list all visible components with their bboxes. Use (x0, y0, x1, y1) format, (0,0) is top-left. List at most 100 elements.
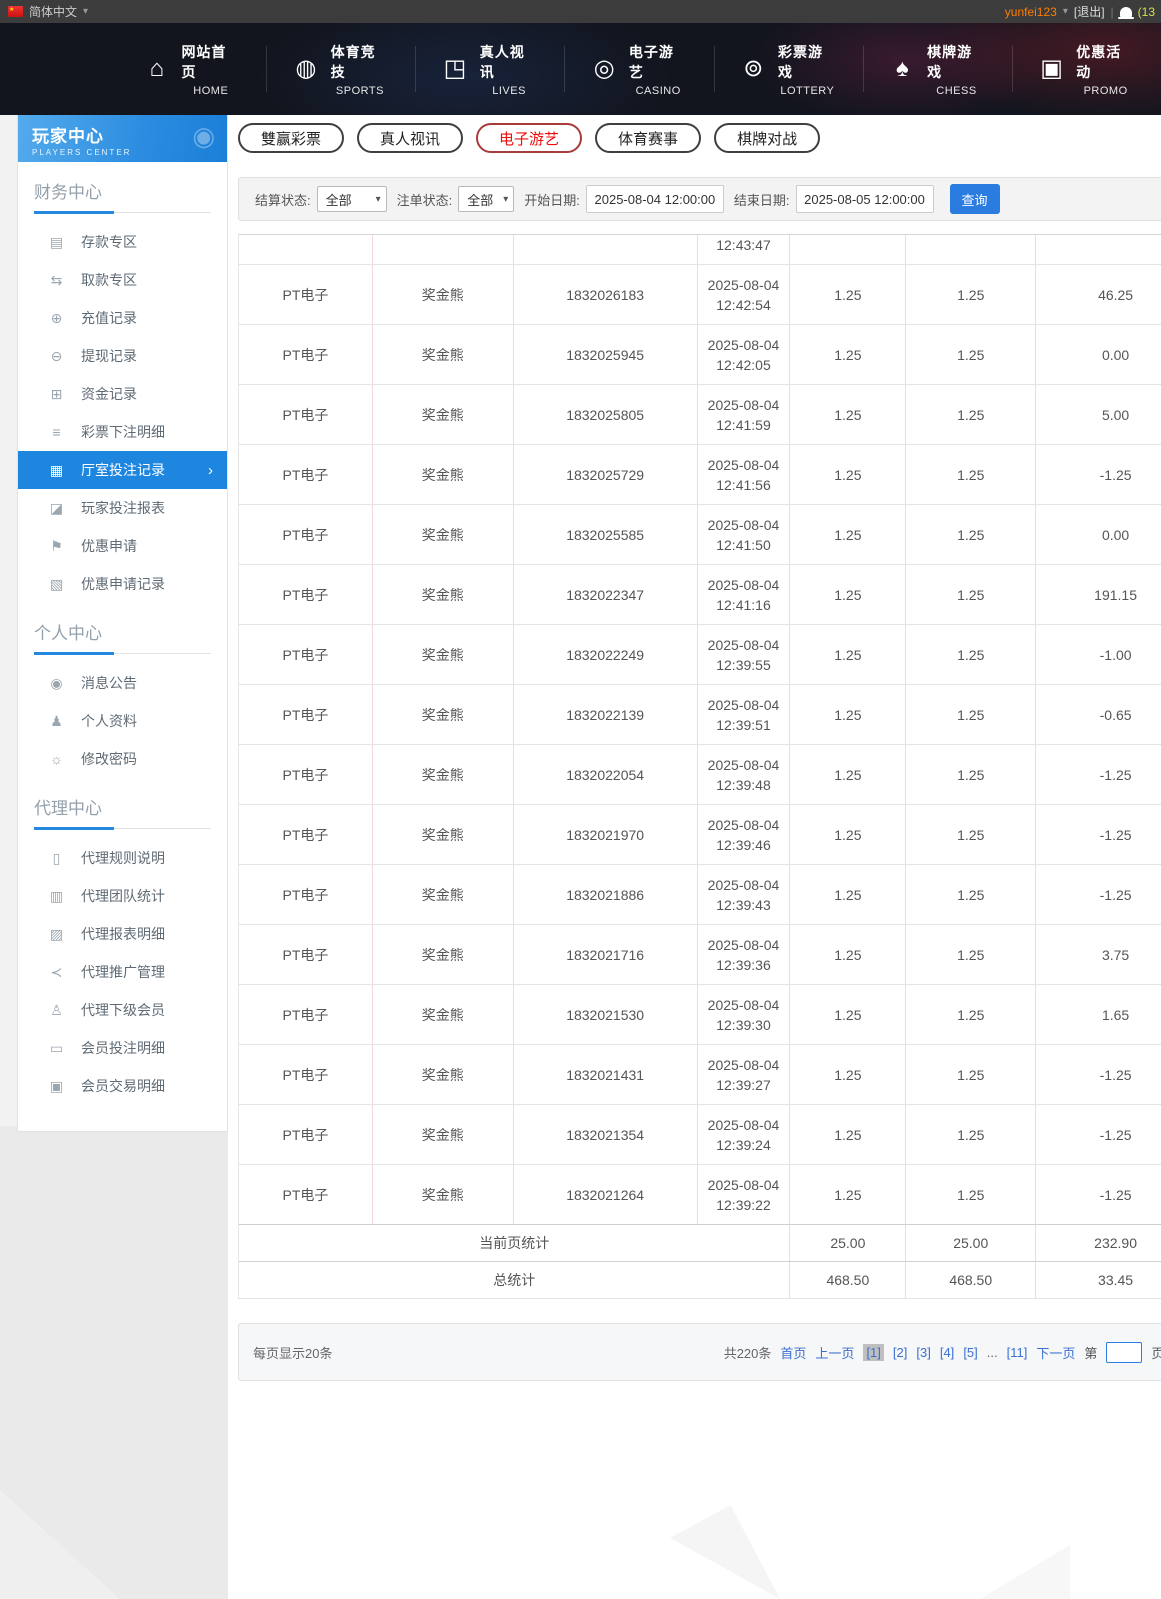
sidebar-item-取款专区[interactable]: ⇆取款专区 (18, 261, 227, 299)
table-cell: 1832022139 (514, 685, 698, 744)
sidebar-item-会员投注明细[interactable]: ▭会员投注明细 (18, 1029, 227, 1067)
tab-电子游艺[interactable]: 电子游艺 (476, 123, 582, 153)
table-cell: 奖金熊 (373, 685, 514, 744)
table-cell: 46.25 (1036, 265, 1161, 324)
stats-value: 33.45 (1036, 1262, 1161, 1298)
nav-item-label-en: SPORTS (331, 85, 390, 97)
jump-page-input[interactable] (1106, 1342, 1142, 1363)
nav-item-lives[interactable]: ◳真人视讯LIVES (416, 46, 565, 92)
table-cell: 奖金熊 (373, 265, 514, 324)
sidebar-item-消息公告[interactable]: ◉消息公告 (18, 664, 227, 702)
total-count-label: 共220条 (724, 1343, 772, 1362)
table-cell: 2025-08-04 12:39:55 (698, 625, 791, 684)
nav-item-casino[interactable]: ◎电子游艺CASINO (565, 46, 714, 92)
nav-item-lottery[interactable]: ⊚彩票游戏LOTTERY (715, 46, 864, 92)
player-center-sidebar: 玩家中心 PLAYERS CENTER ◉ 财务中心▤存款专区⇆取款专区⊕充值记… (17, 115, 228, 1132)
sidebar-item-代理推广管理[interactable]: ≺代理推广管理 (18, 953, 227, 991)
sidebar-item-资金记录[interactable]: ⊞资金记录 (18, 375, 227, 413)
table-cell: 奖金熊 (373, 1165, 514, 1224)
sidebar-item-代理报表明细[interactable]: ▨代理报表明细 (18, 915, 227, 953)
table-cell: -0.65 (1036, 685, 1161, 744)
table-cell: 奖金熊 (373, 985, 514, 1044)
tab-棋牌对战[interactable]: 棋牌对战 (714, 123, 820, 153)
logout-link[interactable]: [退出] (1074, 3, 1105, 20)
order-status-select[interactable]: 全部 ▾ (458, 186, 514, 212)
sidebar-item-优惠申请[interactable]: ⚑优惠申请 (18, 527, 227, 565)
caret-down-icon: ▾ (83, 6, 88, 17)
table-row: PT电子奖金熊18320222492025-08-04 12:39:551.25… (239, 625, 1161, 685)
stats-label: 总统计 (239, 1262, 790, 1298)
sidebar-item-玩家投注报表[interactable]: ◪玩家投注报表 (18, 489, 227, 527)
jump-prefix-label: 第 (1084, 1343, 1097, 1362)
table-row: PT电子奖金熊18320257292025-08-04 12:41:561.25… (239, 445, 1161, 505)
promo-apply-record-icon: ▧ (48, 576, 65, 593)
start-date-label: 开始日期: (524, 190, 580, 209)
table-cell: PT电子 (239, 1045, 373, 1104)
lottery-bet-detail-icon: ≡ (48, 424, 65, 440)
table-row: PT电子奖金熊18320215302025-08-04 12:39:301.25… (239, 985, 1161, 1045)
first-page-link[interactable]: 首页 (780, 1343, 806, 1362)
player-bet-report-icon: ◪ (48, 500, 65, 517)
notification-bell-icon[interactable] (1120, 7, 1132, 17)
table-cell: PT电子 (239, 865, 373, 924)
sidebar-item-存款专区[interactable]: ▤存款专区 (18, 223, 227, 261)
table-cell: 1.25 (790, 445, 906, 504)
table-row: PT电子奖金熊18320214312025-08-04 12:39:271.25… (239, 1045, 1161, 1105)
cards-icon: ◳ (442, 57, 467, 81)
nav-item-home[interactable]: ⌂网站首页HOME (118, 46, 267, 92)
sidebar-item-代理规则说明[interactable]: ▯代理规则说明 (18, 839, 227, 877)
sidebar-item-优惠申请记录[interactable]: ▧优惠申请记录 (18, 565, 227, 603)
sidebar-item-彩票下注明细[interactable]: ≡彩票下注明细 (18, 413, 227, 451)
page-number-link[interactable]: [5] (963, 1345, 977, 1360)
nav-item-labels: 体育竞技 SPORTS (331, 42, 390, 97)
next-page-link[interactable]: 下一页 (1036, 1343, 1075, 1362)
table-cell: -1.25 (1036, 1105, 1161, 1164)
stats-value: 468.50 (790, 1262, 906, 1298)
order-status-label: 注单状态: (397, 190, 453, 209)
nav-item-promo[interactable]: ▣优惠活动PROMO (1013, 46, 1161, 92)
table-cell: 2025-08-04 12:42:05 (698, 325, 791, 384)
table-cell: 1832022054 (514, 745, 698, 804)
sidebar-item-充值记录[interactable]: ⊕充值记录 (18, 299, 227, 337)
table-cell: 1.25 (790, 865, 906, 924)
table-cell: 12:43:47 (698, 235, 791, 264)
start-date-input[interactable] (586, 185, 724, 213)
table-row: PT电子奖金熊18320255852025-08-04 12:41:501.25… (239, 505, 1161, 565)
caret-down-icon[interactable]: ▾ (1063, 6, 1068, 17)
sidebar-section-title: 代理中心 (34, 794, 211, 829)
settle-status-select[interactable]: 全部 ▾ (317, 186, 387, 212)
sidebar-item-代理下级会员[interactable]: ♙代理下级会员 (18, 991, 227, 1029)
sidebar-item-提现记录[interactable]: ⊖提现记录 (18, 337, 227, 375)
table-cell (514, 235, 698, 264)
table-cell: 1.25 (906, 1165, 1036, 1224)
nav-item-label-en: CHESS (927, 85, 986, 97)
table-cell: 0.00 (1036, 505, 1161, 564)
page-number-link[interactable]: [3] (916, 1345, 930, 1360)
search-button[interactable]: 查询 (950, 184, 1000, 214)
prev-page-link[interactable]: 上一页 (815, 1343, 854, 1362)
tab-真人视讯[interactable]: 真人视讯 (357, 123, 463, 153)
sidebar-item-修改密码[interactable]: ☼修改密码 (18, 740, 227, 778)
last-page-number-link[interactable]: [11] (1007, 1345, 1028, 1360)
username-label[interactable]: yunfei123 (1005, 5, 1057, 19)
language-switcher[interactable]: ★ 简体中文 ▾ (8, 3, 88, 20)
stats-label: 当前页统计 (239, 1225, 790, 1261)
sidebar-item-label: 提现记录 (81, 346, 137, 366)
tab-雙赢彩票[interactable]: 雙赢彩票 (238, 123, 344, 153)
nav-item-sports[interactable]: ◍体育竞技SPORTS (267, 46, 416, 92)
settle-status-label: 结算状态: (255, 190, 311, 209)
page-number-link[interactable]: [1] (863, 1344, 883, 1361)
page-number-link[interactable]: [2] (893, 1345, 907, 1360)
sidebar-item-label: 个人资料 (81, 711, 137, 731)
sidebar-item-会员交易明细[interactable]: ▣会员交易明细 (18, 1067, 227, 1105)
sidebar-item-个人资料[interactable]: ♟个人资料 (18, 702, 227, 740)
tab-体育赛事[interactable]: 体育赛事 (595, 123, 701, 153)
page-number-link[interactable]: [4] (940, 1345, 954, 1360)
nav-item-chess[interactable]: ♠棋牌游戏CHESS (864, 46, 1013, 92)
promo-apply-icon: ⚑ (48, 538, 65, 555)
end-date-input[interactable] (796, 185, 934, 213)
table-cell: 1832022347 (514, 565, 698, 624)
nav-item-label-zh: 体育竞技 (331, 42, 390, 82)
sidebar-item-厅室投注记录[interactable]: ▦厅室投注记录› (18, 451, 227, 489)
sidebar-item-代理团队统计[interactable]: ▥代理团队统计 (18, 877, 227, 915)
